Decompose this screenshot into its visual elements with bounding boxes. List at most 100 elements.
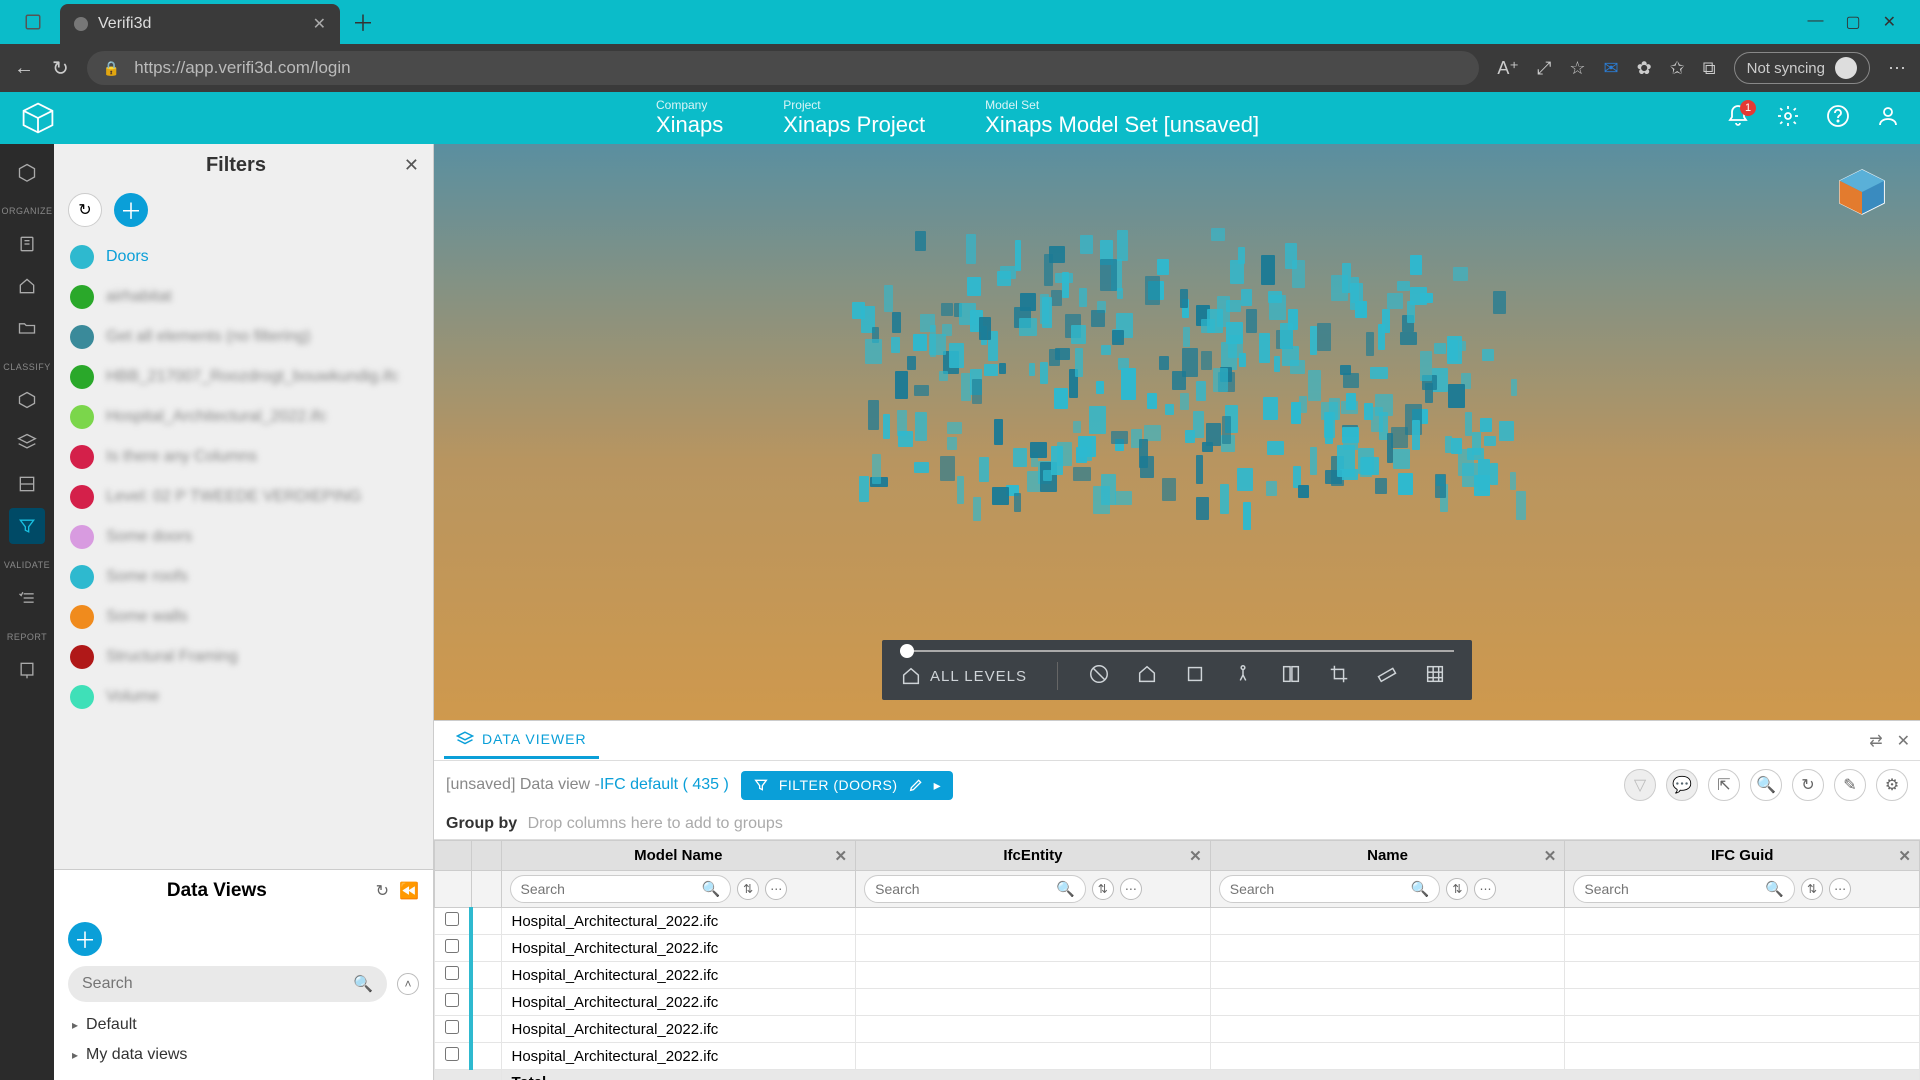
home-view-icon[interactable]	[1136, 663, 1158, 690]
model-element[interactable]	[1100, 259, 1117, 291]
model-element[interactable]	[1049, 246, 1065, 263]
model-element[interactable]	[884, 285, 894, 311]
col-more-button[interactable]: ⋯	[1829, 878, 1851, 900]
filter-item[interactable]: Doors	[66, 237, 421, 277]
model-element[interactable]	[994, 419, 1003, 445]
model-element[interactable]	[1472, 432, 1481, 455]
model-element[interactable]	[947, 422, 962, 434]
model-element[interactable]	[1453, 267, 1468, 281]
notifications-icon[interactable]: 1	[1726, 104, 1750, 133]
filter-item[interactable]: Hospital_Architectural_2022.ifc	[66, 397, 421, 437]
model-element[interactable]	[972, 379, 982, 404]
model-element[interactable]	[1118, 358, 1129, 370]
outlook-icon[interactable]: ✉	[1603, 58, 1618, 79]
model-element[interactable]	[1015, 240, 1021, 271]
col-more-button[interactable]: ⋯	[1474, 878, 1496, 900]
model-element[interactable]	[966, 234, 975, 264]
model-element[interactable]	[1196, 381, 1206, 402]
model-element[interactable]	[947, 437, 956, 450]
model-element[interactable]	[859, 476, 869, 502]
configure-button[interactable]: ⚙	[1876, 769, 1908, 801]
model-element[interactable]	[1211, 228, 1225, 241]
model-element[interactable]	[1020, 293, 1036, 311]
model-element[interactable]	[1243, 502, 1251, 530]
rail-cube-icon[interactable]	[9, 382, 45, 418]
model-element[interactable]	[1117, 288, 1123, 299]
model-element[interactable]	[1121, 368, 1136, 400]
rail-checklist-icon[interactable]	[9, 580, 45, 616]
filter-item[interactable]: Some walls	[66, 597, 421, 637]
model-element[interactable]	[1451, 438, 1463, 454]
dataview-tree-item[interactable]: ▸Default	[68, 1010, 419, 1040]
model-element[interactable]	[895, 371, 909, 399]
model-element[interactable]	[865, 339, 882, 364]
filter-item[interactable]: Structural Framing	[66, 637, 421, 677]
model-element[interactable]	[1448, 384, 1465, 408]
column-header[interactable]: Model Name✕	[501, 841, 856, 871]
model-element[interactable]	[941, 303, 952, 315]
collections-icon[interactable]: ⧉	[1703, 58, 1716, 79]
model-element[interactable]	[992, 487, 1009, 505]
chip-next-icon[interactable]: ▸	[934, 777, 942, 794]
model-element[interactable]	[1266, 481, 1277, 496]
column-search[interactable]: 🔍	[1573, 875, 1795, 903]
filters-close-icon[interactable]: ✕	[404, 155, 419, 176]
filter-item[interactable]: Volume	[66, 677, 421, 717]
model-element[interactable]	[984, 364, 998, 376]
edit-icon[interactable]	[908, 777, 924, 793]
model-element[interactable]	[891, 337, 900, 354]
sort-button[interactable]: ⇅	[1801, 878, 1823, 900]
filter-item[interactable]: Get all elements (no filtering)	[66, 317, 421, 357]
model-element[interactable]	[915, 412, 928, 441]
model-element[interactable]	[961, 373, 971, 401]
model-element[interactable]	[1397, 281, 1411, 292]
comment-button[interactable]: 💬	[1666, 769, 1698, 801]
remove-column-icon[interactable]: ✕	[1189, 847, 1202, 865]
model-element[interactable]	[1139, 439, 1148, 468]
model-element[interactable]	[1201, 351, 1211, 369]
model-element[interactable]	[1511, 379, 1517, 396]
row-checkbox[interactable]	[445, 912, 459, 926]
model-element[interactable]	[1182, 348, 1197, 377]
model-element[interactable]	[1484, 436, 1497, 447]
model-element[interactable]	[1159, 356, 1169, 370]
favorite-icon[interactable]: ☆	[1569, 58, 1585, 79]
model-element[interactable]	[1040, 362, 1048, 384]
walk-icon[interactable]	[1232, 663, 1254, 690]
dataview-link[interactable]: IFC default ( 435 )	[600, 776, 729, 793]
model-element[interactable]	[1111, 431, 1128, 444]
row-checkbox[interactable]	[445, 939, 459, 953]
model-element[interactable]	[898, 431, 913, 447]
tab-overview-button[interactable]	[6, 13, 60, 31]
settings-icon[interactable]	[1776, 104, 1800, 133]
grid-icon[interactable]	[1424, 663, 1446, 690]
model-element[interactable]	[1292, 260, 1305, 288]
remove-column-icon[interactable]: ✕	[835, 847, 848, 865]
rail-book-icon[interactable]	[9, 226, 45, 262]
edit-view-button[interactable]: ✎	[1834, 769, 1866, 801]
column-header[interactable]: Name✕	[1210, 841, 1565, 871]
remove-column-icon[interactable]: ✕	[1544, 847, 1557, 865]
model-element[interactable]	[1366, 332, 1374, 356]
remove-column-icon[interactable]: ✕	[1898, 847, 1911, 865]
model-element[interactable]	[1238, 247, 1245, 265]
model-element[interactable]	[914, 462, 930, 473]
split-icon[interactable]	[1280, 663, 1302, 690]
model-element[interactable]	[1331, 275, 1349, 301]
model-element[interactable]	[1055, 273, 1073, 283]
model-element[interactable]	[979, 317, 992, 340]
model-element[interactable]	[1202, 442, 1213, 453]
model-element[interactable]	[1075, 348, 1083, 376]
filter-chip[interactable]: FILTER (DOORS) ▸	[741, 771, 953, 800]
model-element[interactable]	[1101, 345, 1111, 356]
zoom-sel-button[interactable]: 🔍	[1750, 769, 1782, 801]
model-element[interactable]	[1091, 310, 1105, 326]
filter-item[interactable]: Some roofs	[66, 557, 421, 597]
model-element[interactable]	[1237, 468, 1253, 490]
model-element[interactable]	[892, 312, 901, 333]
model-element[interactable]	[1261, 255, 1274, 284]
model-element[interactable]	[883, 414, 890, 439]
filter-item[interactable]: HBB_217007_Roozdrogt_bouwkundig.ifc	[66, 357, 421, 397]
rail-layers-icon[interactable]	[9, 424, 45, 460]
model-element[interactable]	[1228, 335, 1243, 358]
